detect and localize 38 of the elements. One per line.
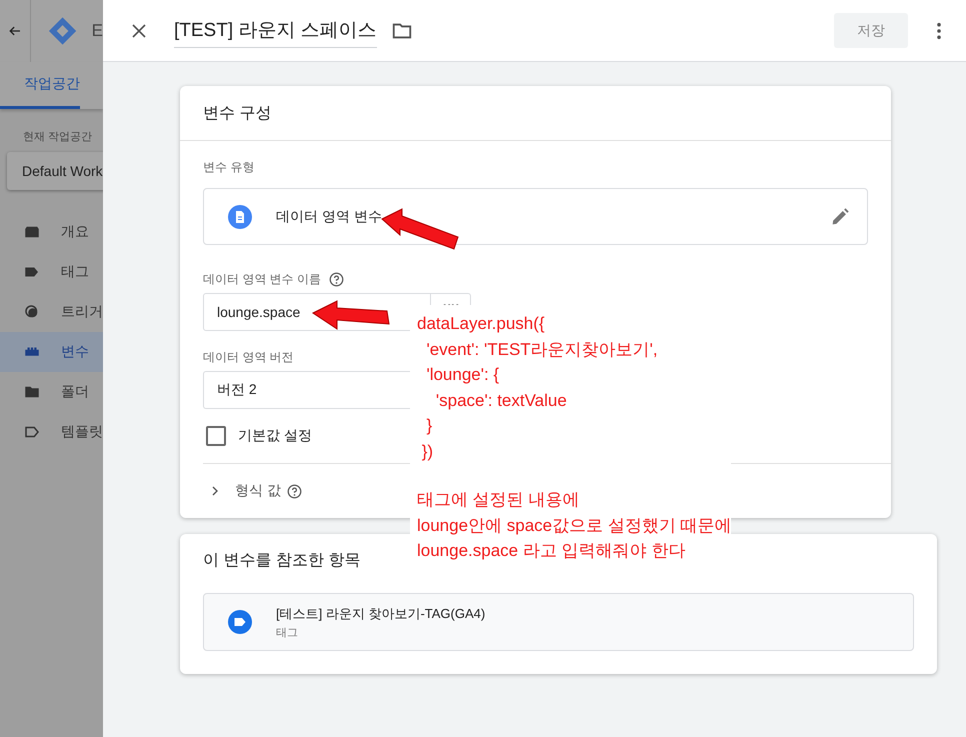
field-label: 데이터 영역 변수 이름 bbox=[203, 271, 322, 288]
version-dropdown[interactable]: 버전 2 bbox=[203, 371, 410, 409]
reference-item[interactable]: [테스트] 라운지 찾아보기-TAG(GA4) 태그 bbox=[203, 593, 914, 651]
workspace-selector[interactable]: Default Work bbox=[7, 152, 103, 190]
tag-icon bbox=[228, 610, 252, 634]
document-icon bbox=[228, 204, 252, 228]
code-line: } bbox=[425, 415, 432, 437]
default-value-checkbox[interactable]: 기본값 설정 bbox=[206, 425, 312, 447]
reference-title: [테스트] 라운지 찾아보기-TAG(GA4) bbox=[276, 604, 486, 622]
logo-icon bbox=[46, 15, 78, 47]
note-line: 태그에 설정된 내용에 bbox=[417, 489, 580, 511]
nav-item[interactable]: 폴더 bbox=[0, 372, 103, 412]
nav-item[interactable]: 개요 bbox=[0, 212, 103, 252]
format-value-toggle[interactable]: 형식 값 bbox=[207, 482, 281, 500]
field-label: 데이터 영역 버전 bbox=[203, 349, 294, 366]
more-icon[interactable] bbox=[936, 22, 942, 40]
close-icon[interactable] bbox=[130, 22, 148, 40]
variable-type-box[interactable]: 데이터 영역 변수 bbox=[203, 188, 868, 245]
help-icon[interactable] bbox=[329, 272, 344, 287]
reference-type: 태그 bbox=[276, 626, 299, 640]
workspace-label: 현재 작업공간 bbox=[23, 130, 94, 144]
code-line: 'lounge': { bbox=[425, 364, 500, 386]
note-line: lounge.space 라고 입력해줘야 한다 bbox=[417, 540, 686, 562]
code-line: 'event': 'TEST라운지찾아보기', bbox=[425, 338, 658, 360]
code-line: 'space': textValue bbox=[434, 390, 567, 412]
variable-name-field[interactable]: [TEST] 라운지 스페이스 bbox=[174, 13, 377, 48]
card-title: 이 변수를 참조한 항목 bbox=[203, 551, 360, 571]
card-title: 변수 구성 bbox=[203, 104, 272, 124]
note-line: lounge안에 space값으로 설정했기 때문에 bbox=[417, 514, 732, 536]
field-label: 변수 유형 bbox=[203, 159, 254, 176]
nav-item[interactable]: 트리거 bbox=[0, 292, 103, 332]
variable-type-name: 데이터 영역 변수 bbox=[276, 208, 382, 226]
nav-item[interactable]: 템플릿 bbox=[0, 412, 103, 452]
nav-item[interactable]: 태그 bbox=[0, 252, 103, 292]
nav-item[interactable]: 변수 bbox=[0, 332, 103, 372]
account-name: E bbox=[92, 21, 103, 41]
help-icon[interactable] bbox=[286, 484, 302, 498]
code-line: }) bbox=[420, 440, 434, 462]
